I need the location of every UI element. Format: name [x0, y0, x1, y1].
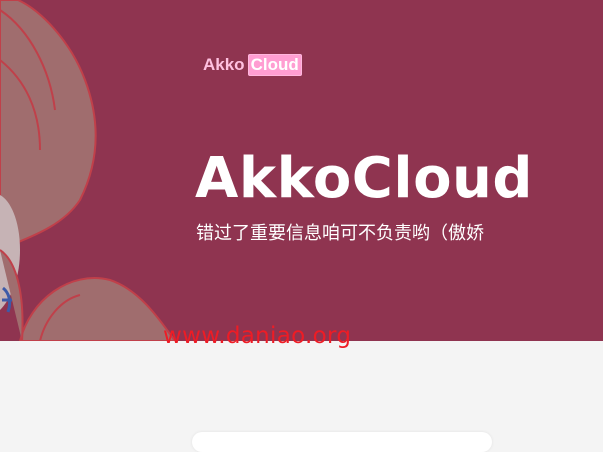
logo-text-cloud: Cloud	[247, 54, 302, 76]
akkocloud-logo[interactable]: Akko Cloud	[203, 53, 302, 77]
hero-banner: Akko Cloud AkkoCloud 错过了重要信息咱可不负责哟（傲娇	[0, 0, 603, 341]
hero-subtitle: 错过了重要信息咱可不负责哟（傲娇	[196, 223, 484, 244]
logo-text-akko: Akko	[203, 55, 245, 74]
watermark-text: www.daniao.org	[163, 323, 352, 349]
content-area	[0, 341, 603, 436]
hero-title: AkkoCloud	[195, 146, 534, 211]
content-card	[192, 432, 492, 452]
anime-character-illustration	[0, 0, 177, 341]
